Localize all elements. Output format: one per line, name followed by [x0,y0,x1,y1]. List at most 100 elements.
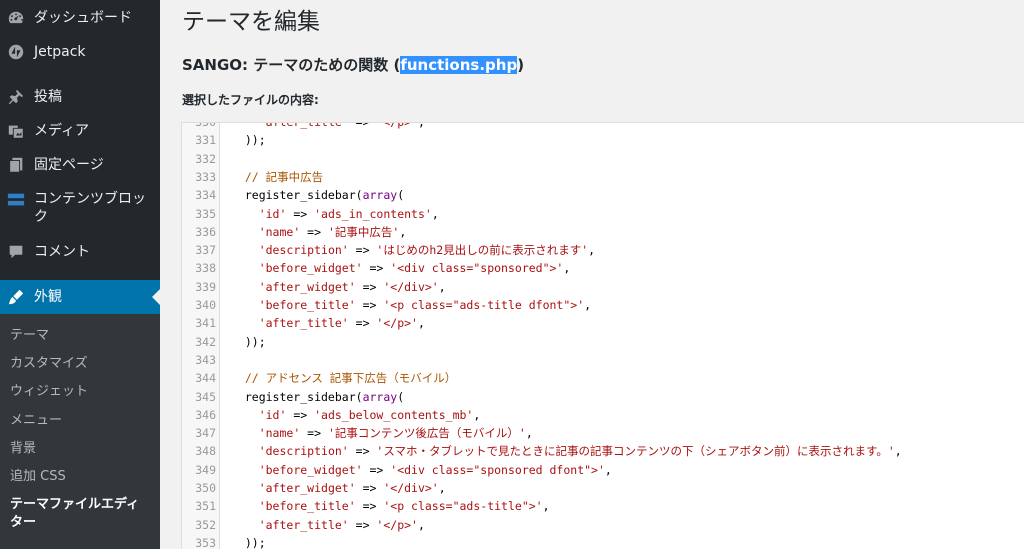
sidebar-item-label: コメント [34,244,90,260]
code-text: 'before_title' => '<p class="ads-title d… [258,298,592,312]
pin-icon [6,87,26,107]
line-number: 339 [195,279,216,294]
line-number: 342 [195,334,216,349]
line-number: 334 [195,188,216,203]
line-number: 343 [195,352,216,367]
code-line: 350 'after_widget' => '</div>', [182,479,1024,497]
submenu-item-customize[interactable]: カスタマイズ [10,355,88,373]
line-number: 350 [195,481,216,495]
sidebar-item-label: Jetpack [34,44,86,60]
code-text: 'after_title' => '</p>', [258,122,425,129]
sidebar-item-label: メディア [34,123,90,139]
line-number: 347 [195,426,216,441]
code-line: 345 register_sidebar(array( [182,388,1024,406]
code-line: 347 'name' => '記事コンテンツ後広告（モバイル）', [182,424,1024,442]
sidebar-item-label: 投稿 [34,89,62,105]
code-text: 'description' => 'スマホ・タブレットで見たときに記事の記事コン… [258,444,902,459]
theme-heading-suffix: ) [517,56,525,74]
sidebar-item-jetpack[interactable]: Jetpack [0,42,160,64]
code-line: 337 'description' => 'はじめのh2見出しの前に表示されます… [182,241,1024,259]
code-line: 344 // アドセンス 記事下広告（モバイル） [182,369,1024,387]
code-line: 342 )); [182,333,1024,351]
brush-icon [6,287,26,307]
code-line: 330 'after_title' => '</p>', [182,122,1024,131]
code-line: 331 )); [182,131,1024,149]
dashboard-icon [6,8,26,28]
sidebar-item-label: ダッシュボード [34,10,132,26]
appearance-submenu: テーマ カスタマイズ ウィジェット メニュー 背景 追加 CSS テーマファイル… [0,314,160,549]
admin-sidebar: ダッシュボード Jetpack 投稿 メディア 固定ページ コンテンツブロック [0,0,160,549]
code-text: 'description' => 'はじめのh2見出しの前に表示されます', [258,243,596,258]
line-number: 337 [195,243,216,258]
current-indicator-arrow [152,289,160,305]
sidebar-item-label: コンテンツブロック [34,191,146,225]
sidebar-item-pages[interactable]: 固定ページ [0,155,160,177]
sidebar-item-label: 外観 [34,289,62,305]
code-editor[interactable]: 330 'after_title' => '</p>', 331 )); 332 33… [181,122,1024,549]
code-line: 352 'after_title' => '</p>', [182,516,1024,534]
code-text: 'after_widget' => '</div>', [258,279,446,294]
code-text: 'after_title' => '</p>', [258,517,425,532]
code-line: 351 'before_title' => '<p class="ads-tit… [182,497,1024,515]
code-line: 339 'after_widget' => '</div>', [182,278,1024,296]
code-text: register_sidebar(array( [231,188,405,203]
sidebar-item-comments[interactable]: コメント [0,242,160,264]
code-text: 'id' => 'ads_in_contents', [258,206,439,221]
submenu-item-additional-css[interactable]: 追加 CSS [10,468,66,486]
code-text: 'name' => '記事コンテンツ後広告（モバイル）', [258,426,533,441]
sidebar-item-content-blocks[interactable]: コンテンツブロック [0,189,160,229]
code-line: 341 'after_title' => '</p>', [182,314,1024,332]
code-line: 343 [182,351,1024,369]
code-text: // 記事中広告 [231,169,324,184]
line-number: 332 [195,151,216,166]
sidebar-item-dashboard[interactable]: ダッシュボード [0,8,160,30]
file-contents-label: 選択したファイルの内容: [182,93,319,107]
code-line: 348 'description' => 'スマホ・タブレットで見たときに記事の… [182,442,1024,460]
sidebar-item-media[interactable]: メディア [0,121,160,143]
theme-file-name: functions.php [400,56,518,74]
code-text: 'after_title' => '</p>', [258,316,425,331]
sidebar-item-posts[interactable]: 投稿 [0,87,160,109]
code-text: // アドセンス 記事下広告（モバイル） [231,371,457,386]
code-text: )); [231,133,266,148]
code-text: 'before_widget' => '<div class="sponsore… [258,462,612,477]
code-text: )); [231,334,266,349]
code-line: 338 'before_widget' => '<div class="spon… [182,259,1024,277]
code-text: register_sidebar(array( [231,389,405,404]
media-icon [6,121,26,141]
line-number: 336 [195,224,216,239]
theme-file-heading: SANGO: テーマのための関数 (functions.php) [182,54,524,76]
line-number: 330 [195,122,216,129]
line-number: 349 [195,462,216,477]
submenu-item-menus[interactable]: メニュー [10,412,62,430]
submenu-item-widgets[interactable]: ウィジェット [10,383,88,401]
code-line: 336 'name' => '記事中広告', [182,223,1024,241]
code-line: 332 [182,150,1024,168]
code-text: 'id' => 'ads_below_contents_mb', [258,407,481,422]
line-number: 346 [195,407,216,422]
sidebar-item-label: 固定ページ [34,157,104,173]
code-line: 333 // 記事中広告 [182,168,1024,186]
code-text: )); [231,535,266,549]
code-line: 353 )); [182,534,1024,549]
line-number: 353 [195,535,216,549]
line-number: 340 [195,298,216,312]
theme-heading-prefix: SANGO: テーマのための関数 ( [182,56,401,74]
line-number: 335 [195,206,216,221]
line-number: 348 [195,444,216,459]
submenu-item-theme-editor[interactable]: テーマファイルエディター [10,496,150,532]
page-title: テーマを編集 [182,9,320,35]
code-line: 340 'before_title' => '<p class="ads-tit… [182,296,1024,314]
comment-icon [6,242,26,262]
line-number: 331 [195,133,216,148]
jetpack-icon [6,42,26,62]
line-number: 338 [195,261,216,276]
submenu-item-background[interactable]: 背景 [10,440,36,458]
code-line: 349 'before_widget' => '<div class="spon… [182,461,1024,479]
sidebar-item-appearance[interactable]: 外観 [0,280,160,314]
submenu-item-themes[interactable]: テーマ [10,327,49,345]
line-number: 345 [195,389,216,404]
code-line: 334 register_sidebar(array( [182,186,1024,204]
code-text: 'before_widget' => '<div class="sponsore… [258,261,571,276]
block-icon [6,190,26,210]
